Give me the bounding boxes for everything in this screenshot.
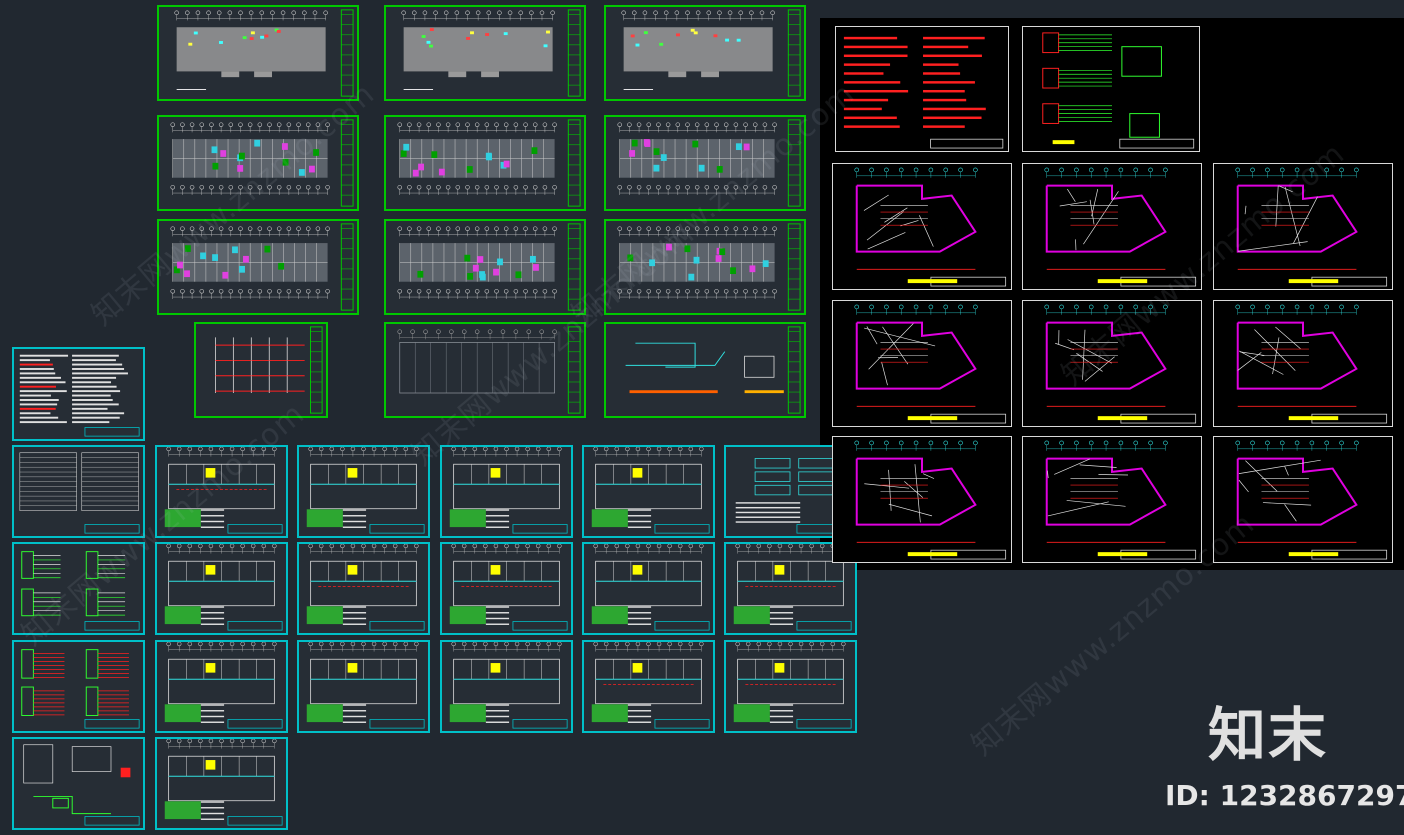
green-sheet <box>157 5 359 101</box>
white-sheet <box>1022 436 1202 563</box>
cyan-sheet <box>12 737 145 830</box>
cyan-sheet <box>155 640 288 733</box>
cyan-sheet <box>582 640 715 733</box>
green-sheet <box>604 5 806 101</box>
cyan-sheet <box>582 445 715 538</box>
white-sheet <box>1022 26 1200 152</box>
cyan-sheet <box>440 445 573 538</box>
image-id-label: ID: 1232867297 <box>1165 779 1404 812</box>
cyan-sheet <box>582 542 715 635</box>
cyan-sheet <box>440 640 573 733</box>
cyan-sheet <box>724 640 857 733</box>
cyan-sheet <box>297 542 430 635</box>
cyan-sheet <box>155 737 288 830</box>
green-sheet <box>384 219 586 315</box>
cyan-sheet <box>155 542 288 635</box>
green-sheet <box>194 322 328 418</box>
cyan-sheet <box>12 347 145 441</box>
green-sheet <box>604 322 806 418</box>
cyan-sheet <box>440 542 573 635</box>
brand-logo: 知末 <box>1208 701 1329 769</box>
green-sheet <box>384 115 586 211</box>
cyan-sheet <box>297 445 430 538</box>
cyan-sheet <box>12 640 145 733</box>
cyan-sheet <box>297 640 430 733</box>
green-sheet <box>384 5 586 101</box>
white-sheet <box>832 163 1012 290</box>
white-sheet <box>835 26 1009 152</box>
white-sheet <box>1213 300 1393 427</box>
white-sheet <box>832 436 1012 563</box>
white-sheet <box>832 300 1012 427</box>
